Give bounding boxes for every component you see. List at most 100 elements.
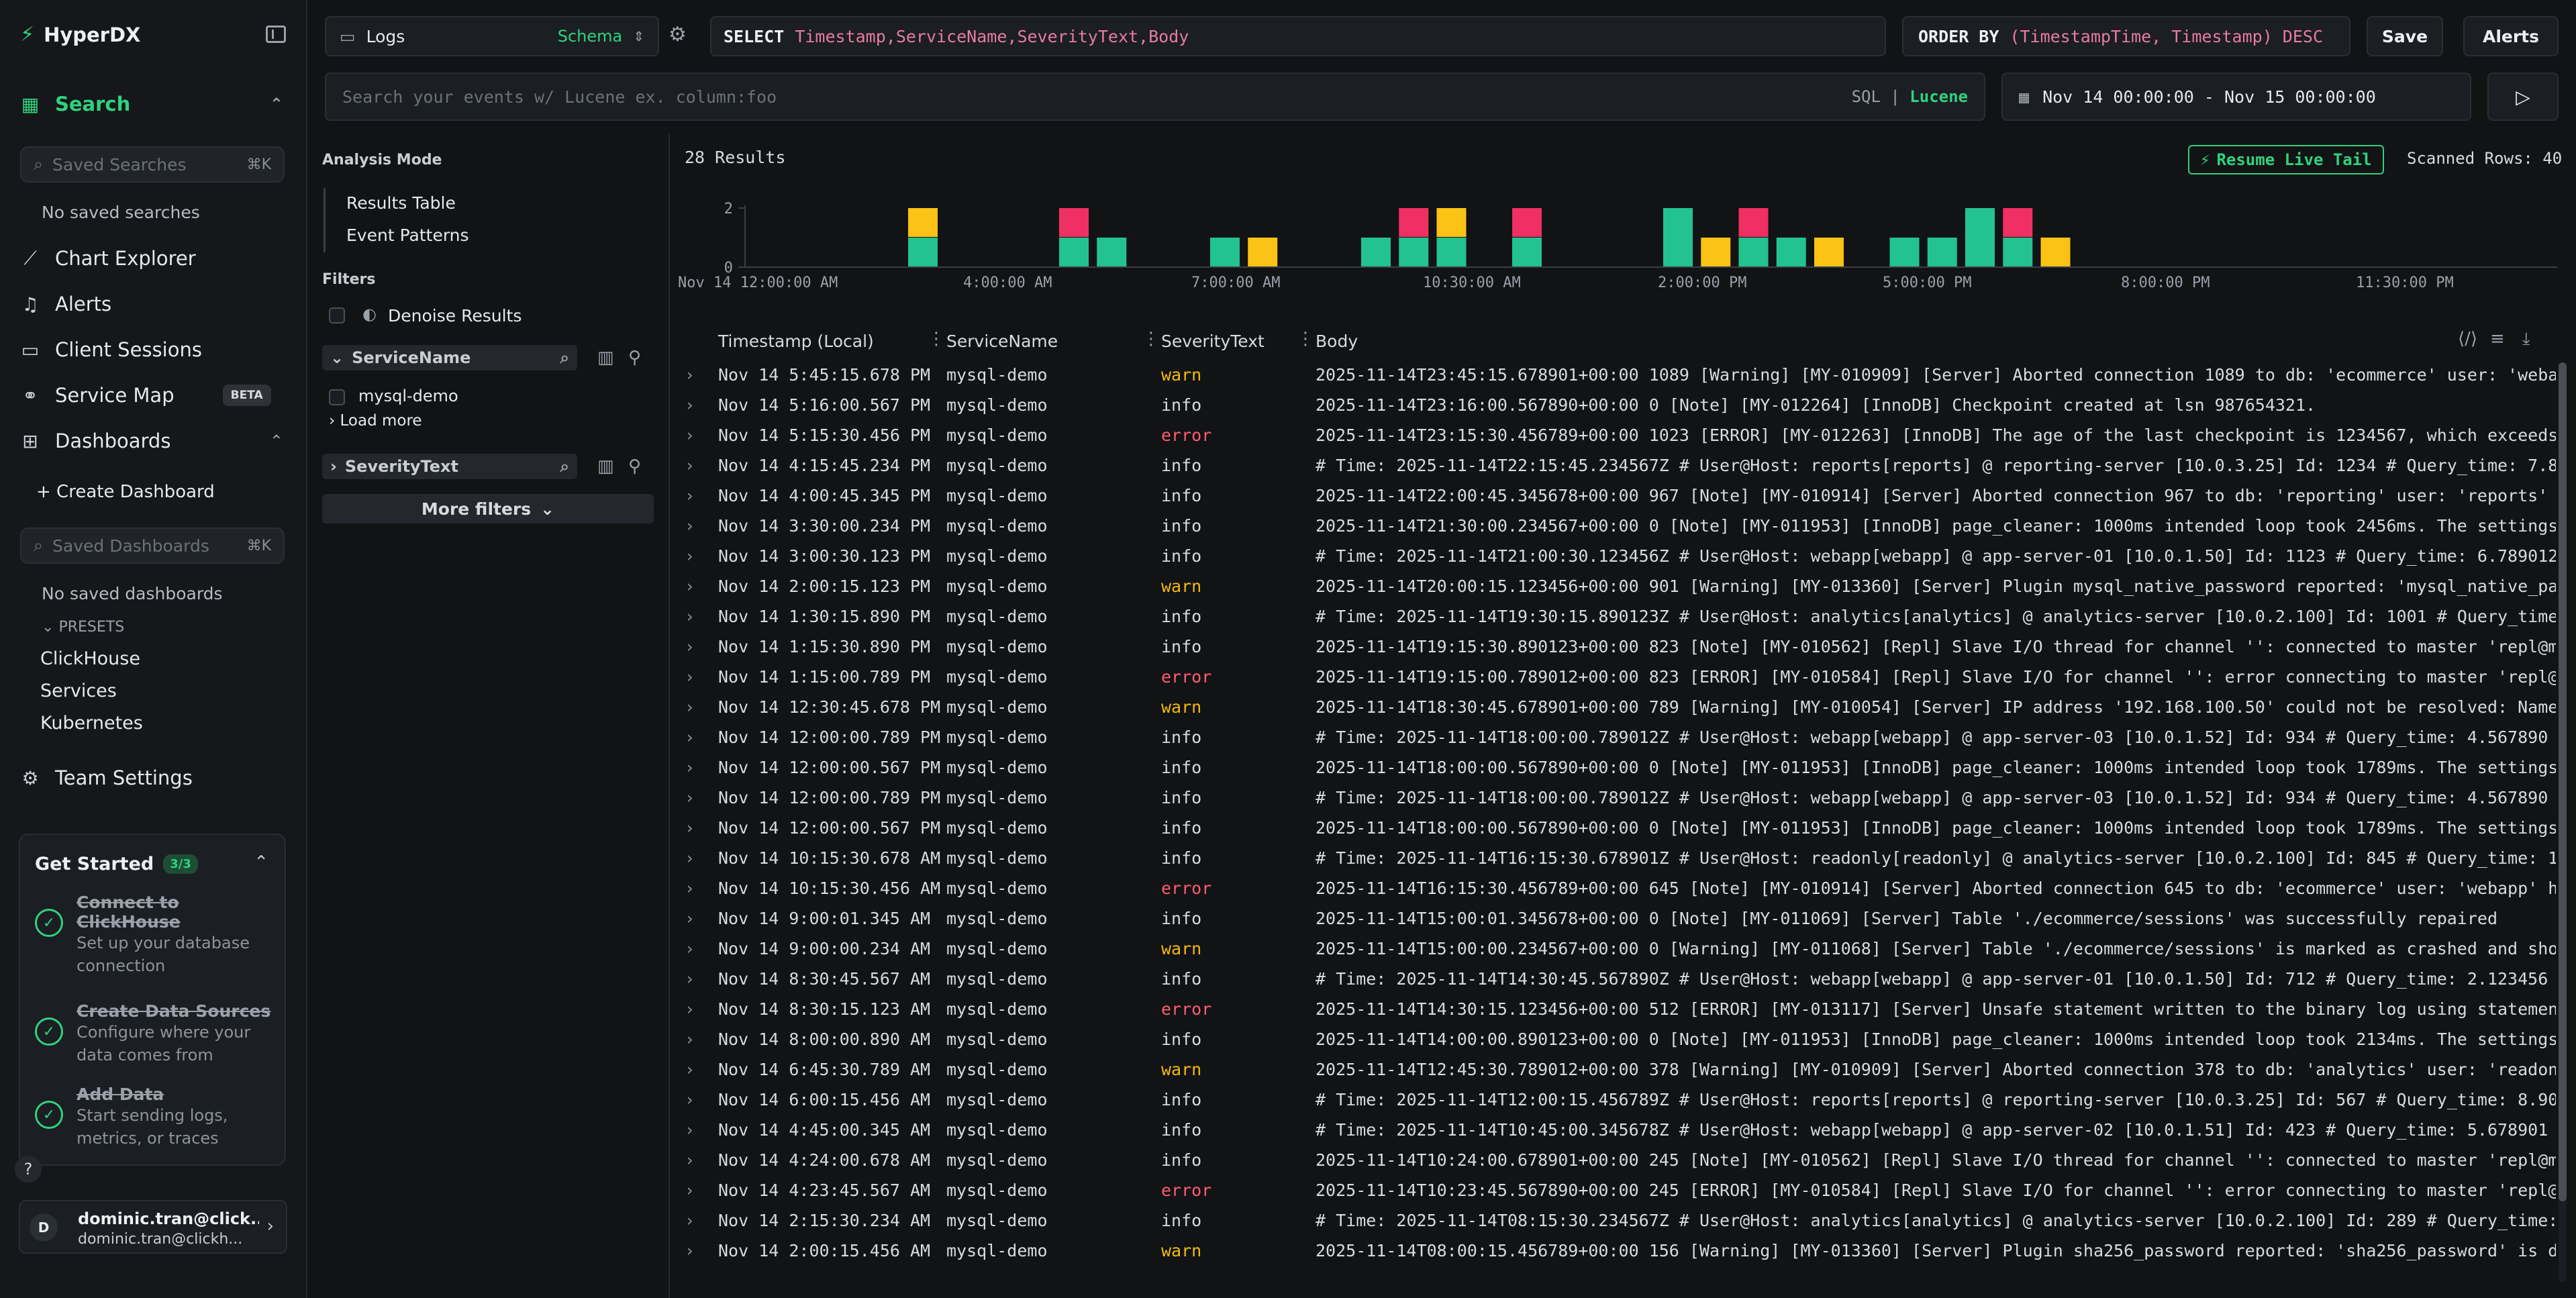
- filter-checkbox[interactable]: [329, 389, 345, 405]
- nav-team-settings[interactable]: ⚙ Team Settings: [20, 766, 192, 789]
- expand-row-icon[interactable]: ›: [685, 728, 695, 747]
- table-row[interactable]: › Nov 14 5:15:30.456 PM mysql-demo error 202…: [678, 420, 2556, 450]
- expand-row-icon[interactable]: ›: [685, 637, 695, 656]
- expand-row-icon[interactable]: ›: [685, 667, 695, 687]
- expand-row-icon[interactable]: ›: [685, 788, 695, 807]
- alerts-button[interactable]: Alerts: [2463, 16, 2559, 56]
- pin-icon[interactable]: ⚲: [628, 456, 641, 477]
- get-started-header[interactable]: Get Started 3/3: [35, 854, 198, 875]
- expand-row-icon[interactable]: ›: [685, 999, 695, 1019]
- preset-clickhouse[interactable]: ClickHouse: [40, 648, 140, 669]
- saved-searches-input[interactable]: ⌕ Saved Searches ⌘K: [20, 146, 285, 183]
- results-table-option[interactable]: Results Table: [346, 193, 456, 213]
- step-connect[interactable]: ✓ Connect to ClickHouse Set up your datab…: [35, 893, 277, 977]
- step-data-sources[interactable]: ✓ Create Data Sources Configure where you…: [35, 1001, 277, 1066]
- expand-row-icon[interactable]: ›: [685, 1030, 695, 1049]
- table-row[interactable]: › Nov 14 4:23:45.567 AM mysql-demo error 202…: [678, 1175, 2556, 1205]
- brand[interactable]: ⚡ HyperDX: [20, 23, 140, 46]
- table-row[interactable]: › Nov 14 10:15:30.456 AM mysql-demo error 20…: [678, 873, 2556, 903]
- expand-row-icon[interactable]: ›: [685, 969, 695, 989]
- saved-dashboards-input[interactable]: ⌕ Saved Dashboards ⌘K: [20, 528, 285, 564]
- chevron-up-icon[interactable]: ⌃: [254, 852, 268, 872]
- expand-row-icon[interactable]: ›: [685, 1150, 695, 1170]
- expand-row-icon[interactable]: ›: [685, 1090, 695, 1109]
- table-row[interactable]: › Nov 14 3:30:00.234 PM mysql-demo info 2025…: [678, 511, 2556, 541]
- drag-handle-icon[interactable]: ⋮: [928, 329, 945, 349]
- table-row[interactable]: › Nov 14 1:15:00.789 PM mysql-demo error 202…: [678, 662, 2556, 692]
- table-row[interactable]: › Nov 14 12:30:45.678 PM mysql-demo warn 202…: [678, 692, 2556, 722]
- expand-row-icon[interactable]: ›: [685, 577, 695, 596]
- histogram-chart[interactable]: 02Nov 14 12:00:00 AM 4:00:00 AM 7:00:00 AM…: [678, 181, 2557, 295]
- nav-service-map[interactable]: ⚭ Service Map BETA: [20, 384, 271, 407]
- nav-search[interactable]: ▦ Search ⌃: [20, 93, 283, 115]
- expand-row-icon[interactable]: ›: [685, 1181, 695, 1200]
- table-row[interactable]: › Nov 14 8:30:45.567 AM mysql-demo info # Ti…: [678, 964, 2556, 994]
- table-row[interactable]: › Nov 14 6:45:30.789 AM mysql-demo warn 2025…: [678, 1054, 2556, 1085]
- step-add-data[interactable]: ✓ Add Data Start sending logs, metrics, o…: [35, 1085, 277, 1150]
- table-row[interactable]: › Nov 14 1:15:30.890 PM mysql-demo info 2025…: [678, 632, 2556, 662]
- table-row[interactable]: › Nov 14 12:00:00.789 PM mysql-demo info # T…: [678, 722, 2556, 752]
- expand-row-icon[interactable]: ›: [685, 365, 695, 385]
- table-row[interactable]: › Nov 14 12:00:00.789 PM mysql-demo info # T…: [678, 783, 2556, 813]
- nav-dashboards[interactable]: ⊞ Dashboards ⌃: [20, 430, 283, 452]
- table-row[interactable]: › Nov 14 3:00:30.123 PM mysql-demo info # Ti…: [678, 541, 2556, 571]
- expand-row-icon[interactable]: ›: [685, 1120, 695, 1140]
- preset-kubernetes[interactable]: Kubernetes: [40, 713, 143, 734]
- expand-row-icon[interactable]: ›: [685, 879, 695, 898]
- presets-header[interactable]: ⌄ PRESETS: [42, 619, 124, 636]
- filter-group-servicename[interactable]: ⌄ ServiceName ⌕: [322, 345, 577, 370]
- expand-row-icon[interactable]: ›: [685, 758, 695, 777]
- table-row[interactable]: › Nov 14 2:15:30.234 AM mysql-demo info # Ti…: [678, 1205, 2556, 1236]
- pin-icon[interactable]: ⚲: [628, 348, 641, 368]
- column-header-timestamp[interactable]: Timestamp (Local): [718, 332, 874, 351]
- drag-handle-icon[interactable]: ⋮: [1297, 329, 1314, 349]
- table-row[interactable]: › Nov 14 4:00:45.345 PM mysql-demo info 2025…: [678, 481, 2556, 511]
- expand-row-icon[interactable]: ›: [685, 546, 695, 566]
- column-header-body[interactable]: Body: [1316, 332, 1358, 351]
- expand-row-icon[interactable]: ›: [685, 1060, 695, 1079]
- create-dashboard-button[interactable]: + Create Dashboard: [36, 482, 215, 502]
- nav-chart-explorer[interactable]: ⟋ Chart Explorer: [20, 247, 195, 270]
- chevron-up-icon[interactable]: ⌃: [270, 432, 283, 450]
- table-row[interactable]: › Nov 14 4:45:00.345 AM mysql-demo info # Ti…: [678, 1115, 2556, 1145]
- user-menu[interactable]: D dominic.tran@click... dominic.tran@cli…: [19, 1200, 287, 1254]
- event-patterns-option[interactable]: Event Patterns: [346, 226, 469, 245]
- run-query-button[interactable]: ▷: [2487, 72, 2559, 121]
- load-more-link[interactable]: › Load more: [329, 412, 422, 430]
- expand-row-icon[interactable]: ›: [685, 1241, 695, 1260]
- expand-row-icon[interactable]: ›: [685, 607, 695, 626]
- date-range-picker[interactable]: ▦ Nov 14 00:00:00 - Nov 15 00:00:00: [2001, 72, 2471, 121]
- table-row[interactable]: › Nov 14 9:00:01.345 AM mysql-demo info 2025…: [678, 903, 2556, 934]
- filter-value[interactable]: mysql-demo: [358, 387, 458, 405]
- column-header-servicename[interactable]: ServiceName: [946, 332, 1058, 351]
- table-row[interactable]: › Nov 14 1:30:15.890 PM mysql-demo info # Ti…: [678, 601, 2556, 632]
- table-row[interactable]: › Nov 14 5:45:15.678 PM mysql-demo warn 2025…: [678, 360, 2556, 390]
- table-row[interactable]: › Nov 14 4:15:45.234 PM mysql-demo info # Ti…: [678, 450, 2556, 481]
- denoise-label[interactable]: Denoise Results: [388, 306, 522, 326]
- denoise-checkbox[interactable]: [329, 307, 345, 323]
- source-select[interactable]: ▭ Logs Schema ⇕: [325, 16, 659, 56]
- query-language-toggle[interactable]: SQL | Lucene: [1852, 87, 1968, 106]
- table-row[interactable]: › Nov 14 2:00:15.456 AM mysql-demo warn 2025…: [678, 1236, 2556, 1266]
- chevron-up-icon[interactable]: ⌃: [270, 95, 283, 113]
- lang-sql[interactable]: SQL: [1852, 87, 1881, 106]
- expand-row-icon[interactable]: ›: [685, 909, 695, 928]
- expand-row-icon[interactable]: ›: [685, 697, 695, 717]
- nav-alerts[interactable]: ♫ Alerts: [20, 293, 111, 315]
- download-icon[interactable]: ⤓: [2522, 329, 2530, 350]
- more-filters-button[interactable]: More filters ⌄: [322, 494, 654, 523]
- nav-client-sessions[interactable]: ▭ Client Sessions: [20, 338, 202, 361]
- code-icon[interactable]: ⟨/⟩: [2458, 329, 2477, 349]
- chart-bars-icon[interactable]: ▥: [597, 348, 614, 368]
- orderby-input[interactable]: ORDER BY (TimestampTime, Timestamp) DESC: [1902, 16, 2350, 56]
- expand-row-icon[interactable]: ›: [685, 939, 695, 958]
- expand-row-icon[interactable]: ›: [685, 818, 695, 838]
- table-row[interactable]: › Nov 14 9:00:00.234 AM mysql-demo warn 2025…: [678, 934, 2556, 964]
- help-button[interactable]: ?: [15, 1156, 42, 1183]
- lang-lucene[interactable]: Lucene: [1910, 87, 1968, 106]
- wrap-lines-icon[interactable]: ≡: [2490, 329, 2505, 349]
- filter-group-severitytext[interactable]: › SeverityText ⌕: [322, 454, 577, 479]
- table-row[interactable]: › Nov 14 2:00:15.123 PM mysql-demo warn 2025…: [678, 571, 2556, 601]
- expand-row-icon[interactable]: ›: [685, 1211, 695, 1230]
- drag-handle-icon[interactable]: ⋮: [1142, 329, 1160, 349]
